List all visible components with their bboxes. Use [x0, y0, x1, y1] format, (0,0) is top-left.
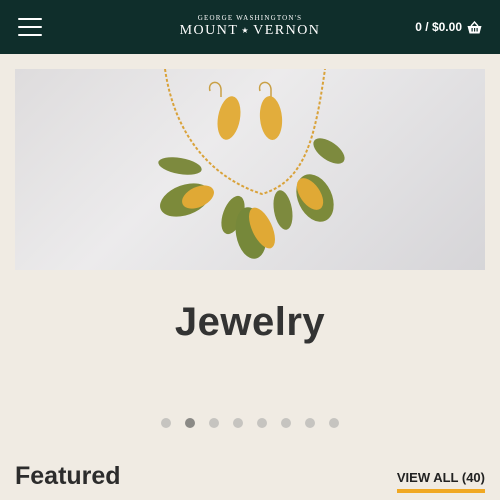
hero-slide-image[interactable]: [15, 69, 485, 270]
basket-icon: [467, 20, 482, 33]
carousel-dot[interactable]: [305, 418, 315, 428]
carousel-dot[interactable]: [209, 418, 219, 428]
site-logo[interactable]: GEORGE WASHINGTON'S MOUNT ★ VERNON: [180, 14, 321, 39]
carousel-dot[interactable]: [281, 418, 291, 428]
section-title: Featured: [15, 462, 121, 490]
site-header: GEORGE WASHINGTON'S MOUNT ★ VERNON 0 / $…: [0, 0, 500, 54]
logo-title-left: MOUNT: [179, 23, 239, 38]
logo-star: ★: [241, 26, 251, 35]
cart-total: 0 / $0.00: [415, 20, 462, 34]
carousel-dot[interactable]: [161, 418, 171, 428]
carousel-dot[interactable]: [233, 418, 243, 428]
logo-subtitle: GEORGE WASHINGTON'S: [197, 14, 303, 22]
carousel-dot[interactable]: [257, 418, 267, 428]
view-all-link[interactable]: VIEW ALL (40): [396, 470, 485, 493]
carousel-dots: [0, 418, 500, 428]
logo-title: MOUNT ★ VERNON: [180, 23, 321, 39]
carousel-dot[interactable]: [329, 418, 339, 428]
hamburger-icon[interactable]: [18, 18, 42, 36]
slide-title: Jewelry: [174, 300, 326, 344]
jewelry-photo: [158, 69, 345, 259]
logo-title-right: VERNON: [253, 23, 321, 38]
cart-button[interactable]: 0 / $0.00: [415, 20, 482, 34]
carousel-dot-active[interactable]: [185, 418, 195, 428]
